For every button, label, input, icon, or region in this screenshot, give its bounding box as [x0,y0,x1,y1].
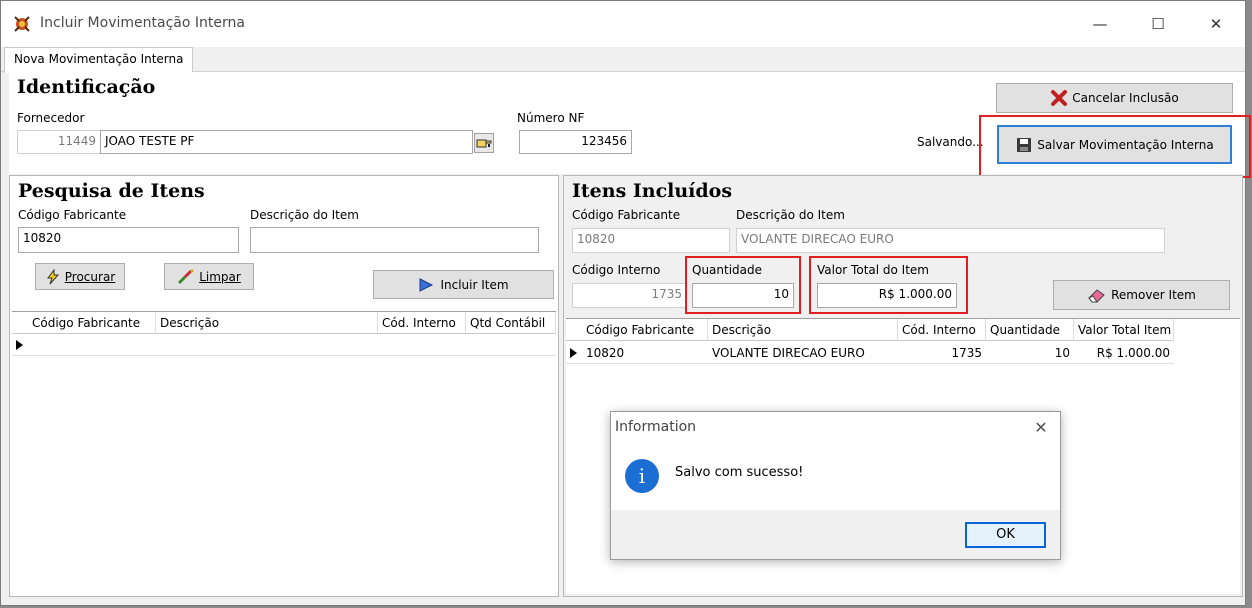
pesquisa-panel: Pesquisa de Itens Código Fabricante 1082… [9,175,559,597]
pesquisa-grid-header: Código Fabricante Descrição Cód. Interno… [12,312,556,334]
forward-arrow-icon [419,277,434,292]
pesquisa-descricao-field[interactable] [250,227,539,253]
table-row[interactable]: 10820 VOLANTE DIRECAO EURO 1735 10 R$ 1.… [566,342,1174,364]
col-codigo-fabricante[interactable]: Código Fabricante [582,319,708,341]
app-icon [14,16,30,32]
lightning-icon [46,268,59,284]
col-qtd-contabil[interactable]: Qtd Contábil [466,312,556,334]
row-pointer-icon [16,340,23,350]
incluidos-codigo-field[interactable]: 10820 [572,228,730,253]
save-movimentacao-label: Salvar Movimentação Interna [1037,137,1214,152]
window-title: Incluir Movimentação Interna [40,15,245,31]
procurar-button[interactable]: Procurar [35,263,125,290]
dialog-title: Information [615,419,697,435]
cancel-icon [1051,90,1068,106]
tab-nova-movimentacao[interactable]: Nova Movimentação Interna [4,47,194,73]
col-cod-interno[interactable]: Cód. Interno [898,319,986,341]
information-dialog: Information ✕ i Salvo com sucesso! OK [610,411,1061,560]
col-codigo-fabricante[interactable]: Código Fabricante [28,312,156,334]
row-pointer-icon [570,348,577,358]
save-movimentacao-button[interactable]: Salvar Movimentação Interna [997,125,1232,164]
incluidos-interno-field[interactable]: 1735 [572,283,687,308]
cell-valor-total: R$ 1.000.00 [1096,346,1170,360]
identificacao-panel: Identificação Fornecedor 11449 JOAO TEST… [9,72,1251,178]
ok-button[interactable]: OK [965,522,1046,548]
info-icon: i [625,459,659,493]
col-valor-total-item[interactable]: Valor Total Item [1074,319,1174,341]
incluidos-descricao-label: Descrição do Item [736,208,845,222]
title-bar[interactable]: Incluir Movimentação Interna — ☐ ✕ [1,1,1245,47]
col-descricao[interactable]: Descrição [708,319,898,341]
pesquisa-descricao-label: Descrição do Item [250,208,359,222]
pesquisa-heading: Pesquisa de Itens [18,180,205,202]
main-window: Incluir Movimentação Interna — ☐ ✕ Nova … [0,0,1251,606]
eraser-icon [1088,289,1105,303]
incluidos-interno-label: Código Interno [572,263,661,277]
pesquisa-codigo-field[interactable]: 10820 [18,227,239,253]
fornecedor-label: Fornecedor [17,111,85,125]
quantidade-field[interactable]: 10 [692,283,794,308]
cell-descricao: VOLANTE DIRECAO EURO [712,346,865,360]
pesquisa-grid[interactable]: Código Fabricante Descrição Cód. Interno… [12,311,556,594]
incluidos-grid-header: Código Fabricante Descrição Cód. Interno… [566,319,1174,341]
incluidos-descricao-field[interactable]: VOLANTE DIRECAO EURO [736,228,1165,253]
remover-item-label: Remover Item [1111,288,1196,302]
status-text: Salvando... [917,135,984,149]
procurar-label: Procurar [64,269,116,284]
floppy-disk-icon [1017,137,1032,152]
incluidos-codigo-label: Código Fabricante [572,208,681,222]
cancel-inclusion-button[interactable]: Cancelar Inclusão [996,83,1233,113]
fornecedor-code-field[interactable]: 11449 [17,130,101,154]
valor-total-field[interactable]: R$ 1.000.00 [817,283,957,308]
valor-total-label: Valor Total do Item [817,263,929,277]
cell-codigo: 10820 [586,346,625,360]
numero-nf-field[interactable]: 123456 [519,130,632,154]
pointing-hand-icon [476,139,492,148]
remover-item-button[interactable]: Remover Item [1053,280,1230,310]
fornecedor-lookup-button[interactable] [474,133,494,153]
dialog-close-icon[interactable]: ✕ [1029,416,1053,440]
minimize-button[interactable]: — [1077,9,1123,39]
cancel-inclusion-label: Cancelar Inclusão [1072,91,1179,105]
incluir-item-label: Incluir Item [440,277,509,292]
brush-icon [178,269,194,284]
limpar-button[interactable]: Limpar [164,263,254,290]
maximize-button[interactable]: ☐ [1135,9,1181,39]
pesquisa-codigo-label: Código Fabricante [18,208,127,222]
table-row[interactable] [12,334,556,356]
col-descricao[interactable]: Descrição [156,312,378,334]
col-cod-interno[interactable]: Cód. Interno [378,312,466,334]
quantidade-label: Quantidade [692,263,763,277]
identificacao-heading: Identificação [17,76,156,98]
limpar-label: Limpar [199,269,241,284]
close-button[interactable]: ✕ [1193,9,1239,39]
incluir-item-button[interactable]: Incluir Item [373,270,554,299]
cell-quantidade: 10 [1054,346,1070,360]
fornecedor-name-field[interactable]: JOAO TESTE PF [100,130,473,154]
dialog-message: Salvo com sucesso! [675,465,804,480]
col-quantidade[interactable]: Quantidade [986,319,1074,341]
incluidos-heading: Itens Incluídos [572,180,733,202]
numero-nf-label: Número NF [517,111,585,125]
cell-cod-interno: 1735 [951,346,982,360]
